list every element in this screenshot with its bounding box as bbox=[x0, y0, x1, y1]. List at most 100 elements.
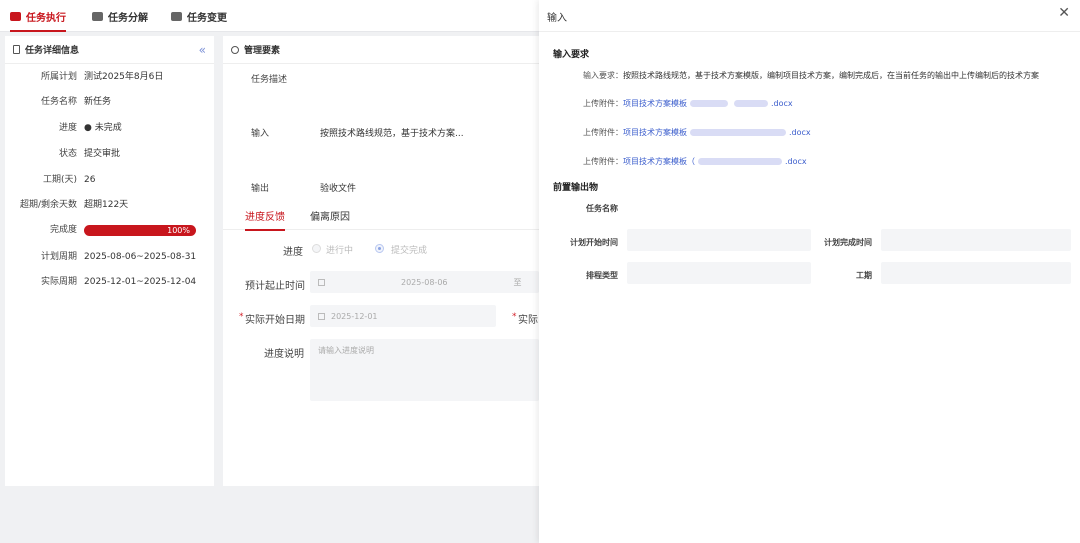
attachment-link[interactable]: 项目技术方案模板 .docx bbox=[623, 98, 793, 109]
req-label: 输入要求： bbox=[583, 71, 623, 80]
attachment-link[interactable]: 项目技术方案模板 .docx bbox=[623, 127, 811, 138]
row-label: 状态 bbox=[58, 149, 77, 159]
info-row: 状态 提交审批 bbox=[5, 147, 205, 161]
actual-start-label: 实际开始日期 bbox=[245, 315, 305, 326]
task-detail-header: 任务详细信息 « bbox=[5, 36, 214, 64]
folder-icon bbox=[92, 11, 103, 21]
row-label: 工期(天) bbox=[42, 175, 77, 185]
info-row: 计划周期 2025-08-06~2025-08-31 bbox=[5, 250, 205, 264]
attachment-link[interactable]: 项目技术方案模板（ .docx bbox=[623, 156, 807, 167]
input-drawer: 输入 ✕ 输入要求 输入要求： 按照技术路线规范，基于技术方案模版，编制项目技术… bbox=[539, 0, 1080, 543]
radio-submit-complete[interactable] bbox=[375, 244, 384, 253]
est-to: 至 bbox=[513, 277, 522, 287]
actual-start-value: 2025-12-01 bbox=[331, 311, 378, 321]
progress-text: 100% bbox=[167, 226, 190, 235]
drawer-title: 输入 bbox=[547, 13, 567, 24]
task-name-label: 任务名称 bbox=[586, 204, 618, 213]
input-value[interactable]: 按照技术路线规范，基于技术方案... bbox=[320, 126, 464, 139]
document-icon bbox=[13, 45, 20, 54]
row-label: 任务名称 bbox=[40, 97, 77, 107]
info-row: 进度 ● 未完成 bbox=[5, 121, 205, 135]
schedule-type-field bbox=[627, 262, 811, 284]
row-value: 26 bbox=[84, 175, 96, 185]
gear-icon bbox=[231, 45, 239, 54]
panel-title: 任务详细信息 bbox=[25, 46, 80, 56]
estimated-dates-field[interactable]: 2025-08-06 至 bbox=[310, 271, 539, 293]
row-value: 提交审批 bbox=[84, 149, 121, 159]
output-label: 输出 bbox=[251, 184, 270, 194]
est-start: 2025-08-06 bbox=[401, 277, 448, 287]
estimated-dates-label: 预计起止时间 bbox=[245, 281, 305, 292]
row-label: 超期/剩余天数 bbox=[19, 200, 77, 210]
divider bbox=[539, 31, 1080, 32]
tab-task-change[interactable]: 任务变更 bbox=[171, 0, 227, 32]
tab-progress-feedback[interactable]: 进度反馈 bbox=[245, 205, 285, 231]
progress-desc-label: 进度说明 bbox=[264, 349, 304, 360]
attach-label: 上传附件： bbox=[583, 157, 623, 166]
close-icon[interactable]: ✕ bbox=[1058, 5, 1070, 21]
progress-label: 进度 bbox=[283, 247, 303, 258]
actual-start-date-field[interactable]: 2025-12-01 bbox=[310, 305, 496, 327]
completion-progress-bar: 100% bbox=[84, 225, 196, 236]
row-value: ● 未完成 bbox=[84, 123, 122, 133]
collapse-icon[interactable]: « bbox=[199, 43, 206, 57]
tab-label: 任务执行 bbox=[26, 12, 66, 24]
panel-title: 管理要素 bbox=[244, 46, 281, 56]
attachment-ext: .docx bbox=[771, 99, 793, 108]
tab-task-execution[interactable]: 任务执行 bbox=[10, 0, 66, 32]
tab-deviation-reason[interactable]: 偏离原因 bbox=[310, 205, 350, 230]
row-value: 2025-12-01~2025-12-04 bbox=[84, 277, 197, 287]
plan-end-label: 计划完成时间 bbox=[824, 238, 872, 247]
info-row: 所属计划 测试2025年8月6日 bbox=[5, 70, 205, 84]
task-detail-panel: 任务详细信息 « 所属计划 测试2025年8月6日 任务名称 新任务 进度 ● 未完成… bbox=[5, 36, 214, 486]
section-preceding-outputs: 前置输出物 bbox=[553, 183, 599, 193]
management-header: 管理要素 bbox=[223, 36, 539, 64]
radio-in-progress[interactable] bbox=[312, 244, 321, 253]
req-value: 按照技术路线规范，基于技术方案模版，编制项目技术方案，编制完成后，在当前任务的输… bbox=[623, 71, 1039, 80]
attachment-ext: .docx bbox=[789, 128, 811, 137]
attachment-name: 项目技术方案模板 bbox=[623, 128, 687, 137]
attachment-name: 项目技术方案模板（ bbox=[623, 157, 695, 166]
section-input-requirements: 输入要求 bbox=[553, 50, 590, 60]
tab-label: 任务变更 bbox=[187, 12, 227, 24]
tab-label: 任务分解 bbox=[108, 12, 148, 24]
attachment-ext: .docx bbox=[785, 157, 807, 166]
radio-label: 进行中 bbox=[326, 246, 354, 256]
plan-start-label: 计划开始时间 bbox=[570, 238, 618, 247]
row-label: 进度 bbox=[58, 123, 77, 133]
plan-end-field bbox=[881, 229, 1071, 251]
feedback-tabs: 进度反馈 偏离原因 bbox=[223, 205, 539, 231]
input-label: 输入 bbox=[251, 129, 270, 139]
row-value: 2025-08-06~2025-08-31 bbox=[84, 252, 197, 262]
management-panel: 管理要素 bbox=[223, 36, 539, 486]
row-value: 新任务 bbox=[84, 97, 112, 107]
row-label: 实际周期 bbox=[40, 277, 77, 287]
truck-icon bbox=[10, 11, 21, 21]
radio-label: 提交完成 bbox=[391, 246, 428, 256]
duration-field bbox=[881, 262, 1071, 284]
progress-desc-textarea[interactable]: 请输入进度说明 bbox=[310, 339, 539, 401]
tab-task-decomposition[interactable]: 任务分解 bbox=[92, 0, 148, 32]
desc-placeholder: 请输入进度说明 bbox=[318, 346, 374, 355]
plan-start-field bbox=[627, 229, 811, 251]
output-value: 验收文件 bbox=[320, 184, 357, 194]
calendar-icon bbox=[318, 312, 325, 320]
row-value: 测试2025年8月6日 bbox=[84, 72, 164, 82]
overdue-value: 超期122天 bbox=[84, 200, 129, 210]
row-label: 计划周期 bbox=[40, 252, 77, 262]
row-label: 所属计划 bbox=[40, 72, 77, 82]
actual-end-label: 实际 bbox=[518, 315, 538, 326]
attachment-name: 项目技术方案模板 bbox=[623, 99, 687, 108]
info-row: 任务名称 新任务 bbox=[5, 95, 205, 109]
attach-label: 上传附件： bbox=[583, 128, 623, 137]
folder-icon bbox=[171, 11, 182, 21]
task-desc-label: 任务描述 bbox=[251, 75, 288, 85]
info-row: 工期(天) 26 bbox=[5, 173, 205, 187]
info-row: 完成度 100% bbox=[5, 223, 205, 237]
schedule-type-label: 排程类型 bbox=[586, 271, 618, 280]
info-row: 实际周期 2025-12-01~2025-12-04 bbox=[5, 275, 205, 289]
attach-label: 上传附件： bbox=[583, 99, 623, 108]
duration-label: 工期 bbox=[856, 271, 872, 280]
row-label: 完成度 bbox=[49, 225, 77, 235]
calendar-icon bbox=[318, 278, 325, 286]
